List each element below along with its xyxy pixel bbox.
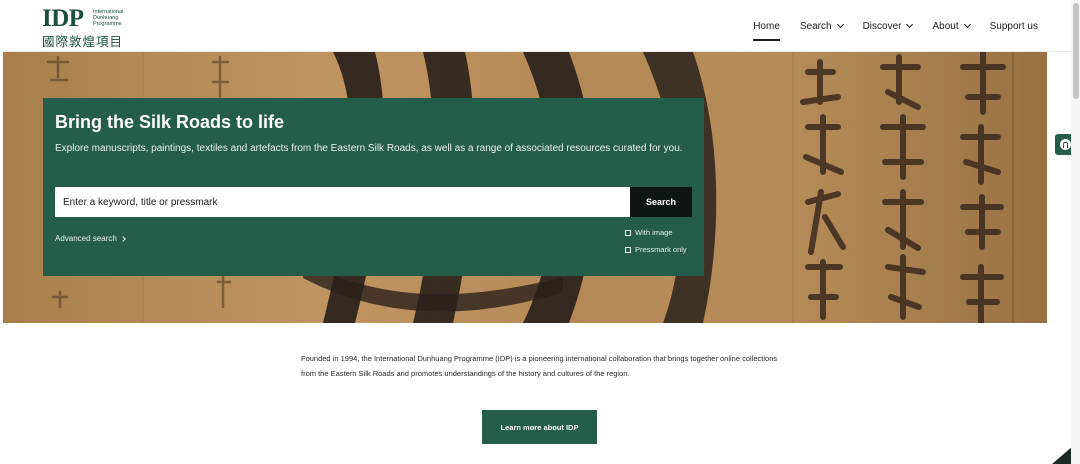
chevron-down-icon xyxy=(836,20,844,29)
hero-banner: Bring the Silk Roads to life Explore man… xyxy=(3,52,1047,323)
nav-about[interactable]: About xyxy=(932,16,971,36)
nav-label: About xyxy=(932,20,959,32)
logo-cjk-name: 國際敦煌項目 xyxy=(42,34,124,49)
nav-label: Support us xyxy=(989,20,1038,32)
nav-support-us[interactable]: Support us xyxy=(990,16,1038,36)
learn-more-button[interactable]: Learn more about IDP xyxy=(482,410,597,444)
with-image-label: With image xyxy=(635,228,673,237)
idp-logo[interactable]: IDP International Dunhuang Programme 國際敦… xyxy=(42,5,143,49)
nav-search[interactable]: Search xyxy=(799,16,844,36)
pressmark-only-checkbox[interactable] xyxy=(625,246,631,253)
search-input[interactable] xyxy=(55,187,630,217)
nav-label: Home xyxy=(753,20,780,32)
site-header: IDP International Dunhuang Programme 國際敦… xyxy=(0,0,1080,52)
chevron-down-icon xyxy=(963,20,971,29)
hero-title: Bring the Silk Roads to life xyxy=(55,112,285,132)
with-image-checkbox[interactable] xyxy=(625,229,631,236)
accessibility-icon xyxy=(1060,139,1071,150)
pressmark-only-filter[interactable]: Pressmark only xyxy=(625,245,687,254)
main-nav: Home Search Discover About Support us xyxy=(753,16,1038,41)
pressmark-only-label: Pressmark only xyxy=(635,245,687,254)
search-panel: Bring the Silk Roads to life Explore man… xyxy=(43,98,704,276)
nav-label: Discover xyxy=(862,20,902,32)
nav-discover[interactable]: Discover xyxy=(862,16,914,36)
with-image-filter[interactable]: With image xyxy=(625,228,673,237)
advanced-search-link[interactable]: Advanced search xyxy=(55,234,126,243)
search-bar: Search xyxy=(55,187,692,217)
logo-subtitle: International Dunhuang Programme xyxy=(93,9,143,27)
nav-home[interactable]: Home xyxy=(753,16,780,41)
nav-label: Search xyxy=(799,20,832,32)
scrollbar-thumb[interactable] xyxy=(1073,3,1079,99)
logo-mark: IDP xyxy=(42,5,84,32)
search-button[interactable]: Search xyxy=(630,187,692,217)
about-intro: Founded in 1994, the International Dunhu… xyxy=(301,354,778,378)
chevron-down-icon xyxy=(906,20,914,29)
advanced-search-label: Advanced search xyxy=(55,234,117,243)
chevron-right-icon xyxy=(119,235,126,242)
page-scrollbar[interactable] xyxy=(1071,0,1080,464)
hero-description: Explore manuscripts, paintings, textiles… xyxy=(55,143,683,154)
logo-sub-line: Programme xyxy=(93,21,122,27)
